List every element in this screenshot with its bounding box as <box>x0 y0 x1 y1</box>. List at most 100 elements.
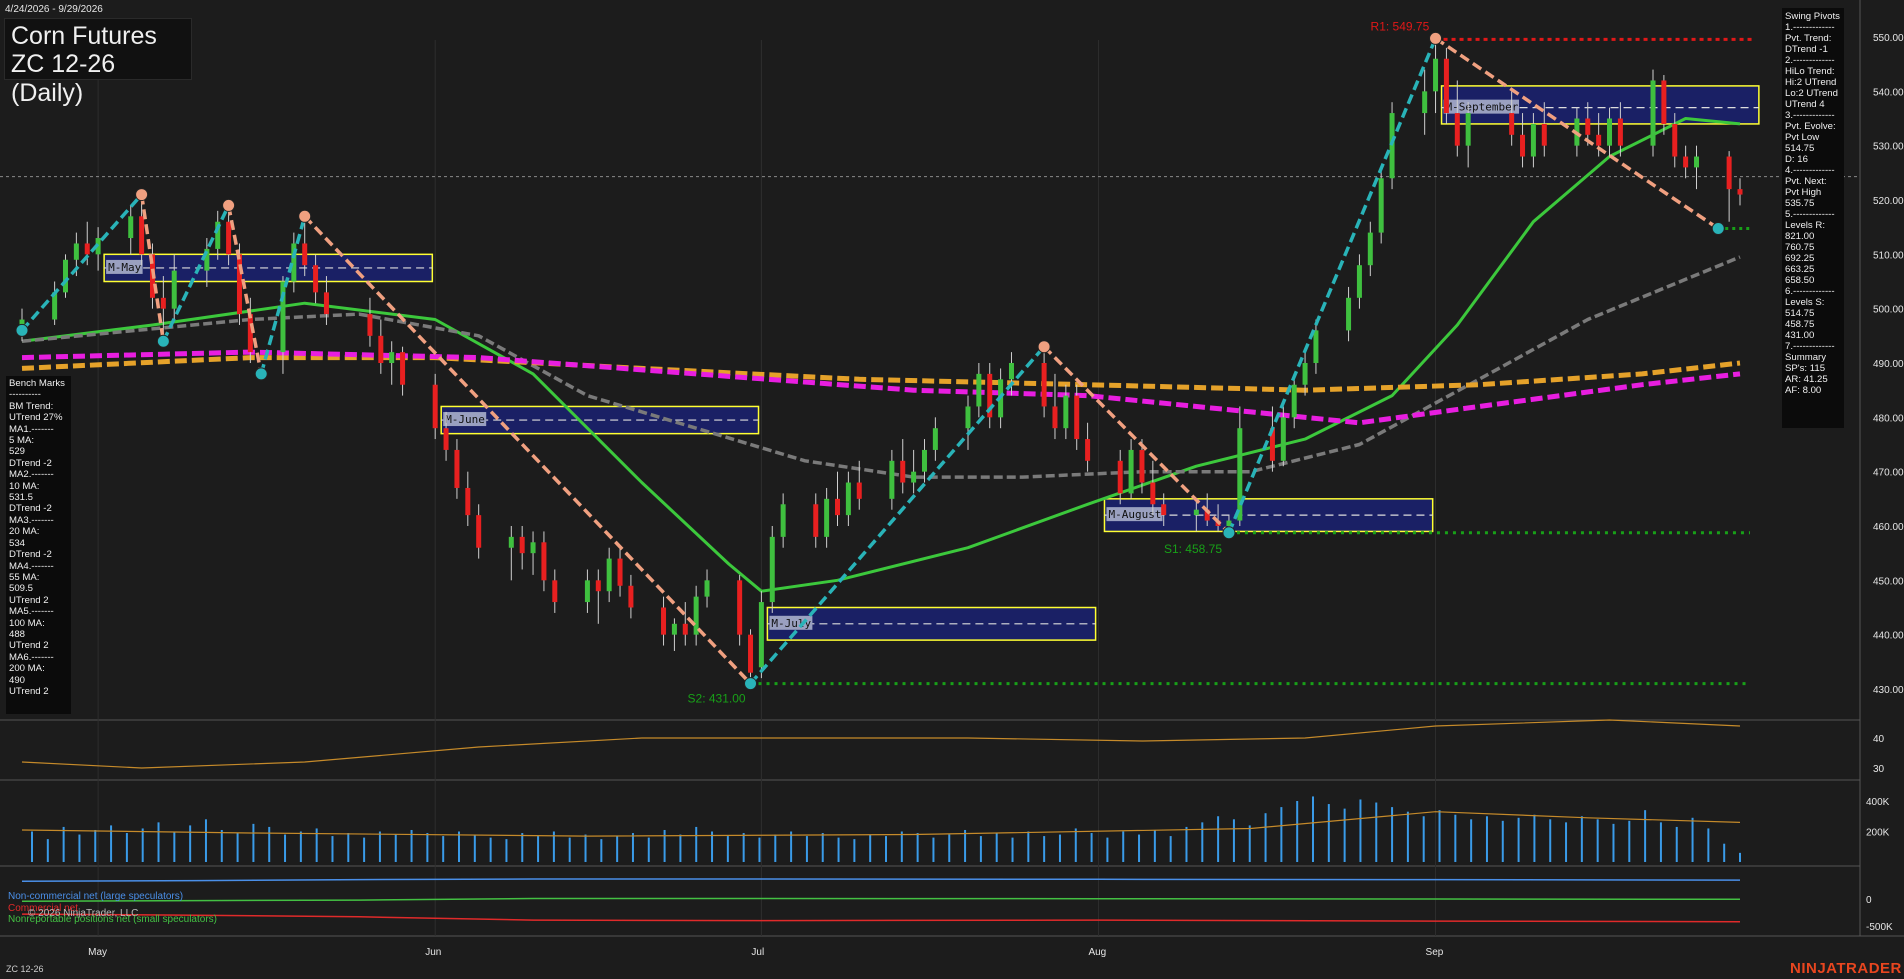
candle-body <box>552 580 558 603</box>
candle-body <box>824 498 830 537</box>
candle-body <box>1117 460 1123 494</box>
swing-pivots-line: 3.------------- <box>1785 110 1835 121</box>
candle-body <box>432 384 438 429</box>
bench-marks-line: UTrend 2 <box>9 594 49 606</box>
cot-series-line <box>21 913 1741 923</box>
oscillator-tick-label: 30 <box>1873 764 1885 775</box>
candle-body <box>1454 113 1460 146</box>
candle-body <box>1726 156 1732 190</box>
candle-body <box>1378 178 1384 233</box>
candle-body <box>813 504 819 537</box>
cot-tick-label: 0 <box>1866 895 1872 906</box>
price-tick-label: 430.00 <box>1873 685 1904 696</box>
price-tick-label: 510.00 <box>1873 250 1904 261</box>
candle-body <box>1683 156 1689 168</box>
swing-pivots-line: 821.00 <box>1785 231 1815 242</box>
candle-body <box>845 482 851 516</box>
moving-average-line <box>21 349 1741 426</box>
swing-pivots-line: 514.75 <box>1785 308 1815 319</box>
swing-pivots-line: 692.25 <box>1785 253 1815 264</box>
swing-pivots-line: AF: 8.00 <box>1785 385 1822 396</box>
candle-body <box>313 265 319 293</box>
bench-marks-line: UTrend 2 <box>9 685 49 697</box>
candle-body <box>1085 439 1091 461</box>
price-tick-label: 520.00 <box>1873 196 1904 207</box>
candle-body <box>1313 330 1319 363</box>
bench-marks-line: UTrend 27% <box>9 412 63 424</box>
candle-body <box>454 449 460 488</box>
price-tick-label: 500.00 <box>1873 305 1904 316</box>
bench-marks-line: 20 MA: <box>9 526 40 538</box>
legend-nonreportable: Nonreportable positions net (small specu… <box>8 914 217 925</box>
candle-body <box>236 254 242 315</box>
candle-body <box>84 243 90 255</box>
bench-marks-line: 490 <box>9 674 26 686</box>
bench-marks-line: MA2.------- <box>9 469 54 481</box>
candle-body <box>628 585 634 608</box>
candle-body <box>226 221 232 255</box>
candle-body <box>671 623 677 635</box>
volume-tick-label: 400K <box>1866 797 1890 808</box>
swing-pivot-marker <box>298 209 312 223</box>
candle-body <box>932 428 938 450</box>
month-tick-label: May <box>88 947 107 958</box>
candle-body <box>443 428 449 450</box>
candle-body <box>1737 189 1743 195</box>
support-level-label: S2: 431.00 <box>688 692 746 706</box>
candle-body <box>400 352 406 385</box>
price-tick-label: 450.00 <box>1873 576 1904 587</box>
bench-marks-line: 200 MA: <box>9 663 45 675</box>
candle-body <box>1237 428 1243 521</box>
candle-body <box>758 602 764 668</box>
bench-marks-line: MA5.------- <box>9 606 54 618</box>
swing-pivots-line: 4.------------- <box>1785 165 1835 176</box>
bench-marks-line: 534 <box>9 537 26 549</box>
candle-body <box>1302 363 1308 385</box>
candle-body <box>1650 80 1656 146</box>
bench-marks-line: 5 MA: <box>9 435 35 447</box>
bench-marks-line: ---------- <box>9 389 41 401</box>
candle-body <box>62 259 68 293</box>
candle-body <box>1367 232 1373 266</box>
chart-subtitle: ZC 12-26 (Daily) <box>11 50 116 107</box>
oscillator-line <box>21 719 1741 769</box>
bench-marks-line: 531.5 <box>9 492 34 504</box>
swing-pivots-line: Lo:2 UTrend <box>1785 88 1838 99</box>
swing-pivots-line: Summary <box>1785 352 1827 363</box>
swing-line <box>1227 37 1438 534</box>
bench-marks-line: DTrend -2 <box>9 503 52 515</box>
bench-marks-line: 100 MA: <box>9 617 45 629</box>
candle-body <box>378 335 384 363</box>
price-tick-label: 460.00 <box>1873 522 1904 533</box>
candle-body <box>1541 123 1547 146</box>
swing-pivot-marker <box>254 367 268 381</box>
swing-pivot-marker <box>744 677 758 691</box>
bench-marks-line: DTrend -2 <box>9 549 52 561</box>
ninjatrader-logo: NINJATRADER <box>1790 960 1902 977</box>
swing-pivots-line: 514.75 <box>1785 143 1815 154</box>
swing-pivots-line: Levels R: <box>1785 220 1825 231</box>
date-range: 4/24/2026 - 9/29/2026 <box>5 4 103 15</box>
candle-body <box>595 580 601 592</box>
swing-pivots-line: Pvt Low <box>1785 132 1820 143</box>
candle-body <box>682 623 688 635</box>
price-tick-label: 440.00 <box>1873 631 1904 642</box>
bench-marks-line: BM Trend: <box>9 400 54 412</box>
candle-body <box>1008 363 1014 380</box>
candle-body <box>1356 265 1362 298</box>
swing-line <box>226 205 263 375</box>
candle-body <box>889 460 895 499</box>
swing-line <box>303 215 752 685</box>
candle-body <box>530 542 536 554</box>
candle-body <box>1433 58 1439 92</box>
candle-body <box>1074 395 1080 440</box>
candle-body <box>835 498 841 516</box>
candle-body <box>508 536 514 548</box>
bench-marks-line: MA6.------- <box>9 651 54 663</box>
swing-pivots-line: 1.------------- <box>1785 22 1835 33</box>
candle-body <box>1139 449 1145 483</box>
candle-body <box>1161 504 1167 516</box>
bench-marks-line: MA3.------- <box>9 514 54 526</box>
swing-pivot-marker <box>135 188 149 202</box>
legend-noncommercial: Non-commercial net (large speculators) <box>8 891 184 902</box>
